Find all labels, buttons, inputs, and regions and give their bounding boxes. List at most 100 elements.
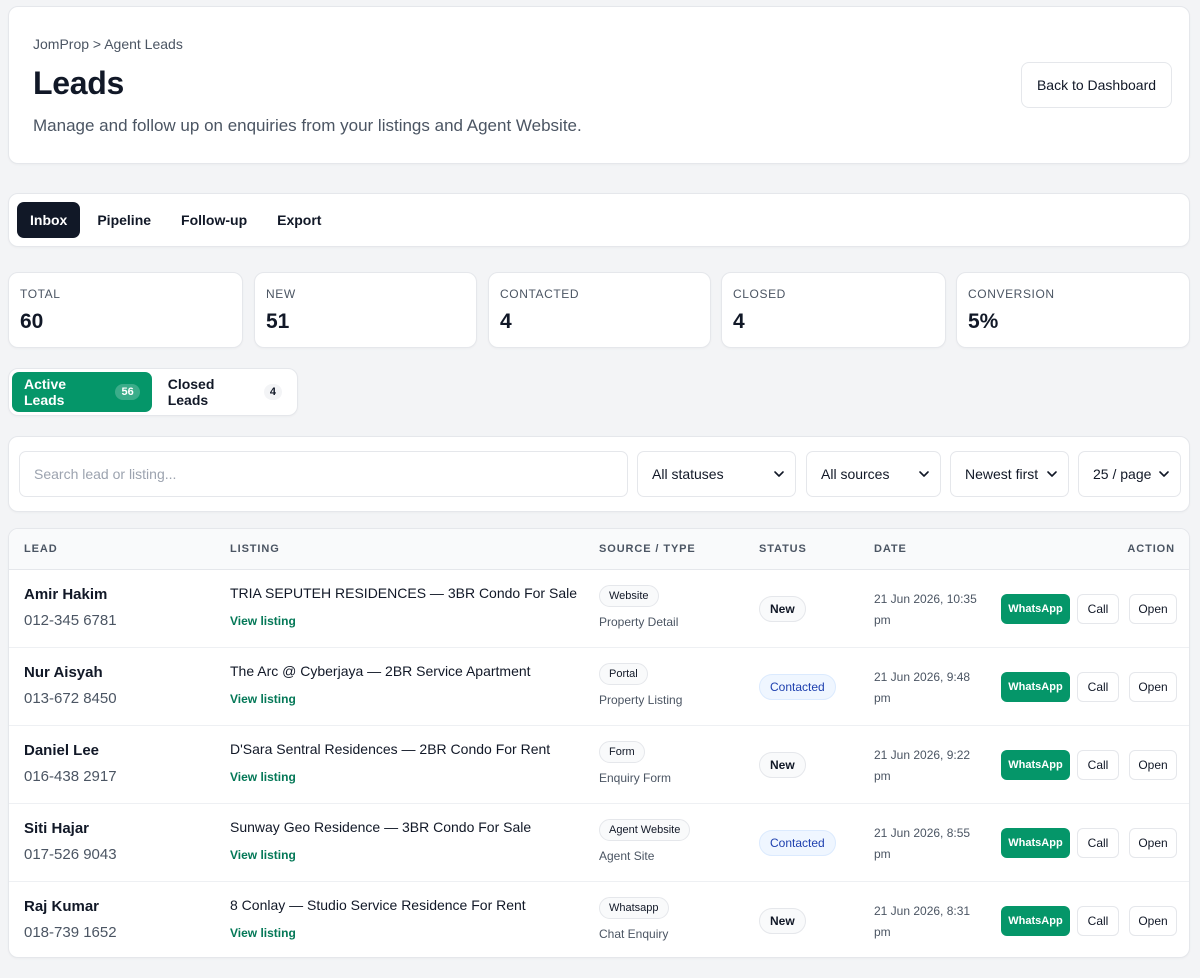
stat-value: 5%	[968, 310, 999, 333]
source-badge: Form	[599, 741, 645, 763]
page-size-select[interactable]: 25 / page	[1078, 451, 1181, 497]
segment-closed-leads[interactable]: Closed Leads 4	[156, 372, 294, 412]
listing-title: Sunway Geo Residence — 3BR Condo For Sal…	[230, 819, 532, 835]
column-header-status: STATUS	[759, 543, 807, 555]
call-button[interactable]: Call	[1077, 594, 1119, 624]
page-header: JomProp > Agent Leads Leads Manage and f…	[8, 6, 1190, 164]
status-badge: New	[759, 908, 806, 934]
segment-label: Active Leads	[24, 376, 67, 408]
table-row: Daniel Lee 016-438 2917 D'Sara Sentral R…	[9, 726, 1189, 804]
table-row: Siti Hajar 017-526 9043 Sunway Geo Resid…	[9, 804, 1189, 882]
source-type: Chat Enquiry	[599, 927, 669, 941]
tab-inbox[interactable]: Inbox	[17, 202, 81, 238]
lead-date: 21 Jun 2026, 9:48 pm	[874, 670, 971, 705]
column-header-lead: LEAD	[24, 543, 58, 555]
segment-count-badge: 4	[263, 384, 282, 400]
lead-date: 21 Jun 2026, 10:35 pm	[874, 592, 977, 627]
call-button[interactable]: Call	[1077, 906, 1119, 936]
open-button[interactable]: Open	[1129, 672, 1177, 702]
source-type: Agent Site	[599, 849, 655, 863]
stat-label: NEW	[266, 287, 296, 301]
segment-label: Closed Leads	[167, 376, 215, 408]
stat-value: 4	[733, 310, 745, 333]
filter-bar: All statuses All sources Newest first 25…	[8, 436, 1190, 512]
view-listing-link[interactable]: View listing	[230, 770, 296, 784]
listing-title: TRIA SEPUTEH RESIDENCES — 3BR Condo For …	[230, 585, 577, 601]
leads-table: LEAD LISTING SOURCE / TYPE STATUS DATE A…	[8, 528, 1190, 958]
search-input[interactable]	[19, 451, 628, 497]
column-header-listing: LISTING	[230, 543, 280, 555]
whatsapp-button[interactable]: WhatsApp	[1001, 906, 1070, 936]
chevron-down-icon	[919, 471, 929, 477]
stat-conversion: CONVERSION 5%	[956, 272, 1190, 348]
select-value: All statuses	[652, 466, 724, 482]
back-to-dashboard-button[interactable]: Back to Dashboard	[1021, 62, 1172, 108]
stat-new: NEW 51	[254, 272, 477, 348]
stat-value: 60	[20, 310, 44, 333]
view-listing-link[interactable]: View listing	[230, 848, 296, 862]
view-listing-link[interactable]: View listing	[230, 614, 296, 628]
table-header: LEAD LISTING SOURCE / TYPE STATUS DATE A…	[9, 529, 1189, 570]
call-button[interactable]: Call	[1077, 750, 1119, 780]
stat-label: TOTAL	[20, 287, 61, 301]
lead-phone: 013-672 8450	[24, 690, 117, 707]
select-value: All sources	[821, 466, 890, 482]
call-button[interactable]: Call	[1077, 672, 1119, 702]
stat-value: 4	[500, 310, 512, 333]
chevron-down-icon	[1047, 471, 1057, 477]
stat-contacted: CONTACTED 4	[488, 272, 711, 348]
whatsapp-button[interactable]: WhatsApp	[1001, 828, 1070, 858]
open-button[interactable]: Open	[1129, 828, 1177, 858]
sort-select[interactable]: Newest first	[950, 451, 1069, 497]
lead-phone: 016-438 2917	[24, 768, 117, 785]
lead-name: Raj Kumar	[24, 898, 100, 915]
listing-title: 8 Conlay — Studio Service Residence For …	[230, 897, 526, 913]
table-row: Amir Hakim 012-345 6781 TRIA SEPUTEH RES…	[9, 570, 1189, 648]
tab-export[interactable]: Export	[264, 202, 334, 238]
view-listing-link[interactable]: View listing	[230, 926, 296, 940]
tab-follow-up[interactable]: Follow-up	[168, 202, 260, 238]
listing-title: The Arc @ Cyberjaya — 2BR Service Apartm…	[230, 663, 531, 679]
whatsapp-button[interactable]: WhatsApp	[1001, 750, 1070, 780]
lead-name: Siti Hajar	[24, 820, 90, 837]
source-badge: Website	[599, 585, 659, 607]
source-type: Property Detail	[599, 615, 679, 629]
open-button[interactable]: Open	[1129, 906, 1177, 936]
tab-bar: Inbox Pipeline Follow-up Export	[8, 193, 1190, 247]
select-value: 25 / page	[1093, 466, 1152, 482]
segment-count-badge: 56	[115, 384, 140, 400]
stat-value: 51	[266, 310, 290, 333]
stat-label: CONVERSION	[968, 287, 1055, 301]
lead-segment-toggle: Active Leads 56 Closed Leads 4	[8, 368, 298, 416]
tab-pipeline[interactable]: Pipeline	[84, 202, 164, 238]
lead-date: 21 Jun 2026, 9:22 pm	[874, 748, 971, 783]
column-header-source: SOURCE / TYPE	[599, 543, 696, 555]
source-type: Property Listing	[599, 693, 683, 707]
lead-phone: 018-739 1652	[24, 924, 117, 941]
source-filter-select[interactable]: All sources	[806, 451, 941, 497]
open-button[interactable]: Open	[1129, 750, 1177, 780]
status-badge: New	[759, 596, 806, 622]
table-row: Raj Kumar 018-739 1652 8 Conlay — Studio…	[9, 882, 1189, 957]
segment-active-leads[interactable]: Active Leads 56	[12, 372, 152, 412]
view-listing-link[interactable]: View listing	[230, 692, 296, 706]
page-subtitle: Manage and follow up on enquiries from y…	[33, 116, 582, 135]
open-button[interactable]: Open	[1129, 594, 1177, 624]
stat-label: CONTACTED	[500, 287, 580, 301]
call-button[interactable]: Call	[1077, 828, 1119, 858]
breadcrumb: JomProp > Agent Leads	[33, 36, 183, 52]
status-badge: Contacted	[759, 830, 836, 856]
table-row: Nur Aisyah 013-672 8450 The Arc @ Cyberj…	[9, 648, 1189, 726]
status-badge: Contacted	[759, 674, 836, 700]
whatsapp-button[interactable]: WhatsApp	[1001, 672, 1070, 702]
source-badge: Whatsapp	[599, 897, 669, 919]
chevron-down-icon	[774, 471, 784, 477]
status-filter-select[interactable]: All statuses	[637, 451, 796, 497]
stat-closed: CLOSED 4	[721, 272, 946, 348]
source-type: Enquiry Form	[599, 771, 672, 785]
column-header-action: ACTION	[1127, 543, 1175, 555]
whatsapp-button[interactable]: WhatsApp	[1001, 594, 1070, 624]
stat-label: CLOSED	[733, 287, 786, 301]
stat-total: TOTAL 60	[8, 272, 243, 348]
lead-date: 21 Jun 2026, 8:55 pm	[874, 826, 971, 861]
